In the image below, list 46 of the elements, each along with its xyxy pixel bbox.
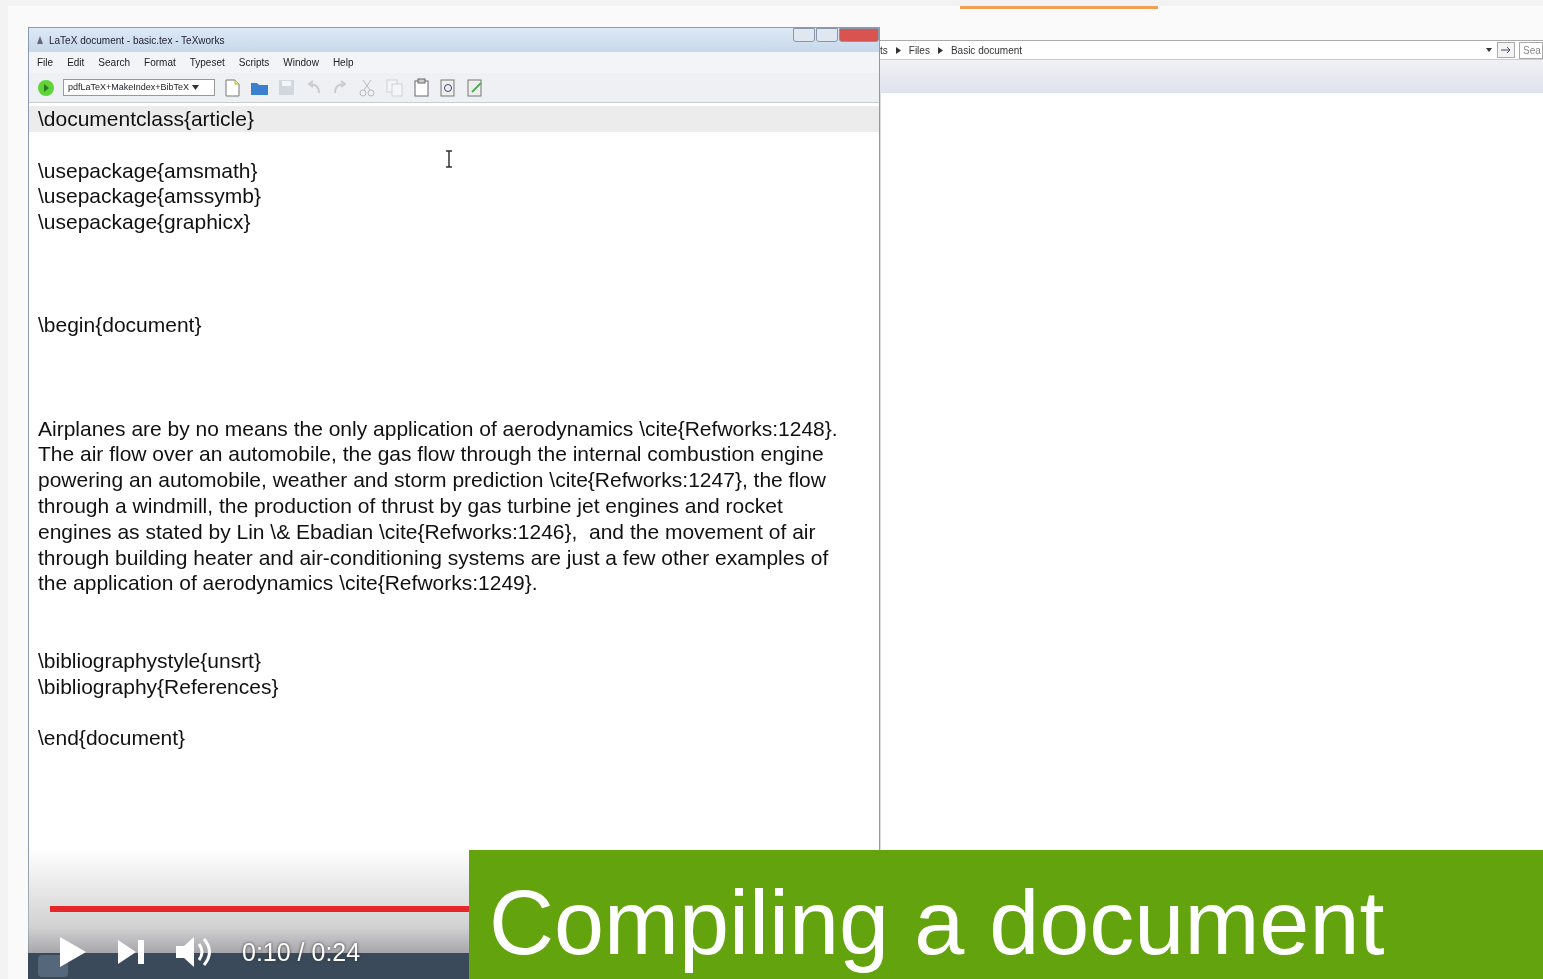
- next-button[interactable]: [116, 938, 146, 967]
- breadcrumb-item[interactable]: ts: [880, 42, 888, 58]
- menu-item[interactable]: Window: [283, 55, 319, 70]
- code-line: \bibliography{References}: [38, 674, 279, 698]
- code-line: through a windmill, the production of thrust by gas turbine jet engines and rocket: [38, 493, 783, 517]
- code-line: \bibliographystyle{unsrt}: [38, 648, 261, 672]
- code-line: \documentclass{article}: [38, 107, 254, 130]
- menu-item[interactable]: Typeset: [189, 55, 225, 70]
- code-line: Airplanes are by no means the only application of aerodynamics \cite{Refworks:1248}.: [38, 416, 838, 440]
- replace-icon[interactable]: [466, 77, 485, 98]
- menu-item[interactable]: Help: [332, 55, 354, 70]
- breadcrumb-separator-icon: [937, 46, 943, 54]
- code-line: \usepackage{amsmath}: [38, 158, 258, 182]
- menu-item[interactable]: Search: [98, 55, 131, 70]
- menu-item[interactable]: Edit: [67, 55, 85, 70]
- title-banner: Compiling a document: [469, 850, 1543, 979]
- code-line: \begin{document}: [38, 313, 202, 337]
- code-line: the application of aerodynamics \cite{Refworks:1249}.: [38, 571, 538, 595]
- window-title: LaTeX document - basic.tex - TeXworks: [49, 33, 225, 48]
- engine-dropdown[interactable]: pdfLaTeX+MakeIndex+BibTeX: [63, 78, 215, 97]
- typeset-button[interactable]: [37, 78, 55, 97]
- play-button[interactable]: [58, 935, 88, 970]
- menu-item[interactable]: File: [37, 55, 54, 70]
- close-button[interactable]: [839, 28, 879, 42]
- text-cursor-icon: [444, 150, 454, 168]
- code-line: engines as stated by Lin \& Ebadian \cite{Refworks:1246}, and the movement of air: [38, 519, 816, 543]
- code-line: \usepackage{graphicx}: [38, 210, 251, 234]
- code-line: \end{document}: [38, 726, 186, 750]
- dropdown-icon[interactable]: [1485, 46, 1493, 54]
- code-line: The air flow over an automobile, the gas flow through the internal combustion engine: [38, 442, 824, 466]
- minimize-button[interactable]: [793, 28, 815, 42]
- code-line: through building heater and air-conditioning systems are just a few other examples of: [38, 545, 829, 569]
- menu-item[interactable]: Format: [144, 55, 176, 70]
- search-field[interactable]: Sea: [1519, 41, 1543, 59]
- clipboard-icon[interactable]: [412, 77, 431, 98]
- code-line: \usepackage{amssymb}: [38, 184, 261, 208]
- breadcrumb-item[interactable]: Files: [908, 42, 930, 58]
- caret-icon: [191, 84, 199, 90]
- app-icon: [35, 35, 45, 45]
- code-line: powering an automobile, weather and storm prediction \cite{Refworks:1247}, the flow: [38, 468, 826, 492]
- breadcrumb-item[interactable]: Basic document: [950, 42, 1023, 58]
- menu-item[interactable]: Scripts: [238, 55, 270, 70]
- breadcrumb-separator-icon: [895, 46, 901, 54]
- find-icon[interactable]: [439, 77, 458, 98]
- maximize-button[interactable]: [816, 28, 838, 42]
- new-file-icon[interactable]: [223, 77, 242, 98]
